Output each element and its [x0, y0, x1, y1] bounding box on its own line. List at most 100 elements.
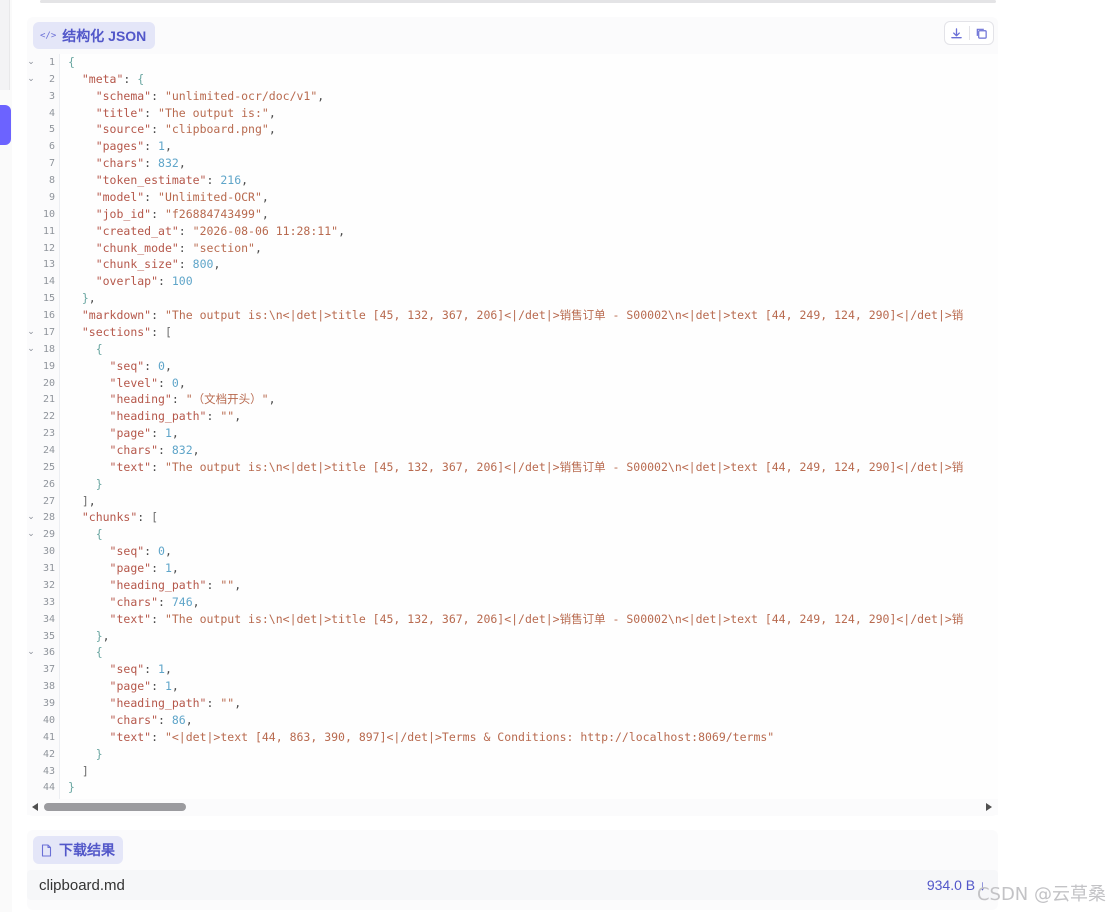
code-token: "chars"	[109, 712, 159, 727]
line-number: 42	[42, 748, 55, 760]
line-number: 29	[42, 529, 55, 541]
code-text: "meta": {	[68, 71, 144, 88]
line-number: 44	[42, 782, 55, 794]
code-token: "chars"	[109, 594, 159, 609]
fold-toggle-icon[interactable]: ⌄	[27, 509, 35, 526]
code-token: :	[144, 105, 159, 120]
download-file-row[interactable]: clipboard.md 934.0 B ↓	[27, 870, 998, 900]
code-text: "title": "The output is:",	[68, 105, 276, 122]
code-text: "seq": 0,	[68, 543, 172, 560]
code-text: ],	[68, 493, 96, 510]
code-text: "seq": 0,	[68, 358, 172, 375]
fold-toggle-icon[interactable]: ⌄	[27, 341, 35, 358]
fold-toggle-icon[interactable]: ⌄	[27, 324, 35, 341]
line-number: 10	[42, 208, 55, 220]
code-token: ,	[234, 409, 242, 424]
code-token: ,	[178, 156, 186, 171]
scrollbar-thumb[interactable]	[44, 803, 186, 811]
code-token: {	[68, 55, 75, 69]
download-button[interactable]	[945, 22, 969, 44]
code-token: {	[95, 527, 103, 542]
fold-toggle-icon[interactable]: ⌄	[27, 526, 35, 543]
code-token: 832	[158, 156, 179, 171]
code-token: :	[171, 392, 186, 407]
line-number: 2	[48, 73, 55, 85]
code-token: ,	[192, 594, 200, 609]
code-token: ,	[185, 712, 193, 727]
code-line: 23 "page": 1,	[27, 425, 998, 442]
line-number: 43	[42, 765, 55, 777]
json-toolbar	[944, 21, 994, 45]
code-line: 38 "page": 1,	[27, 678, 998, 695]
code-token: :	[178, 223, 193, 238]
line-number: 15	[42, 293, 55, 305]
code-line: 5 "source": "clipboard.png",	[27, 121, 998, 138]
code-token: ""	[220, 409, 235, 424]
fold-toggle-icon[interactable]: ⌄	[27, 54, 35, 71]
code-token: :	[144, 544, 159, 559]
code-token: :	[144, 189, 159, 204]
line-number: 30	[42, 546, 55, 558]
code-token: ,	[102, 628, 110, 643]
code-token: 746	[171, 594, 193, 609]
code-horizontal-scrollbar[interactable]	[27, 799, 998, 815]
json-code-viewer[interactable]: ⌄ 1{⌄ 2 "meta": {3 "schema": "unlimited-oc…	[27, 54, 998, 801]
code-line: 26 }	[27, 476, 998, 493]
fold-toggle-icon[interactable]: ⌄	[27, 644, 35, 661]
scroll-right-arrow-icon[interactable]	[986, 803, 992, 811]
line-number: 34	[42, 613, 55, 625]
fold-toggle-icon[interactable]: ⌄	[27, 71, 35, 88]
code-token: :	[151, 679, 165, 694]
code-line: 13 "chunk_size": 800,	[27, 256, 998, 273]
code-text: "sections": [	[68, 324, 172, 341]
code-line: ⌄ 17 "sections": [	[27, 324, 998, 341]
code-line: 43 ]	[27, 763, 998, 780]
line-number: 3	[48, 90, 55, 102]
copy-button[interactable]	[969, 22, 993, 44]
sidebar-active-indicator[interactable]	[0, 105, 11, 145]
code-text: {	[68, 54, 75, 71]
code-text: "heading_path": "",	[68, 695, 242, 712]
code-text: "page": 1,	[68, 678, 179, 695]
code-token: ,	[178, 375, 186, 390]
code-token: "model"	[95, 189, 145, 204]
code-token: ,	[261, 206, 269, 221]
code-token: :	[151, 611, 165, 626]
page-top-scrollbar[interactable]	[40, 0, 996, 3]
code-token: "The output is:\n<|det|>title [45, 132, …	[164, 308, 964, 323]
code-text: "model": "Unlimited-OCR",	[68, 189, 269, 206]
code-token: ,	[171, 426, 179, 441]
code-token: :	[151, 729, 165, 744]
code-token: 100	[171, 274, 193, 289]
code-token: 1	[164, 426, 172, 441]
code-line: 14 "overlap": 100	[27, 273, 998, 290]
code-token: :	[144, 139, 159, 154]
code-line: ⌄ 28 "chunks": [	[27, 509, 998, 526]
scroll-left-arrow-icon[interactable]	[32, 803, 38, 811]
code-token: "chunk_size"	[95, 257, 179, 272]
code-line: 8 "token_estimate": 216,	[27, 172, 998, 189]
code-token: :	[144, 358, 159, 373]
code-text: "chunk_mode": "section",	[68, 240, 262, 257]
code-token: "chunks"	[81, 510, 138, 525]
code-text: },	[68, 290, 96, 307]
code-token: ,	[268, 122, 276, 137]
code-token: 800	[192, 257, 214, 272]
code-text: "job_id": "f26884743499",	[68, 206, 269, 223]
code-line: 34 "text": "The output is:\n<|det|>title…	[27, 611, 998, 628]
code-token: :	[123, 71, 138, 86]
